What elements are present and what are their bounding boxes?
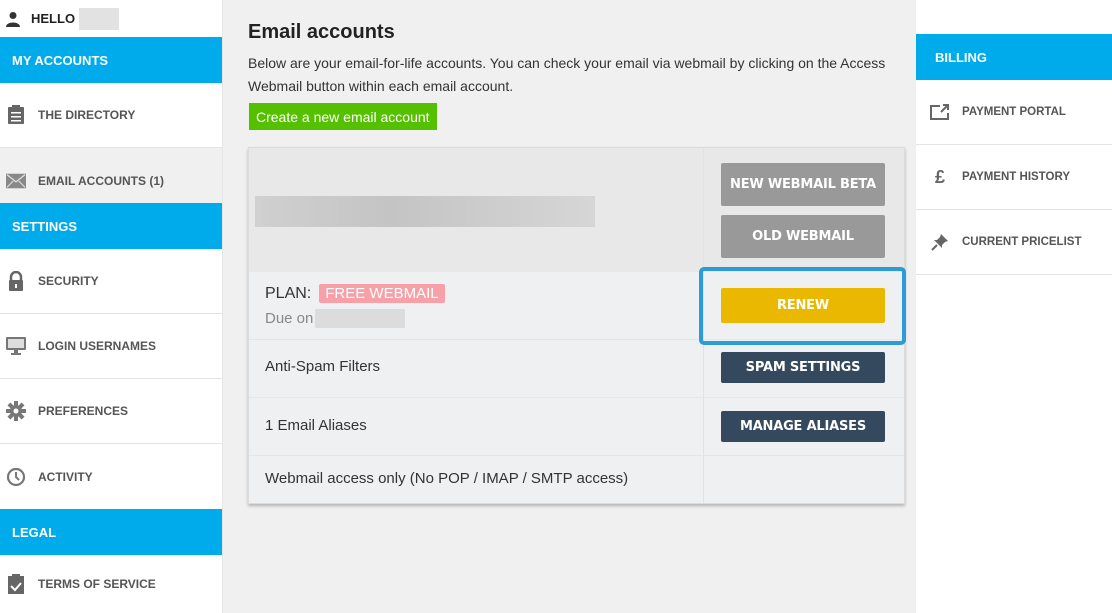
- sidebar-item-label: PREFERENCES: [38, 404, 129, 418]
- due-date: Due on: [265, 309, 406, 328]
- sidebar-item-activity[interactable]: ACTIVITY: [0, 444, 222, 509]
- page-description: Below are your email-for-life accounts. …: [248, 55, 886, 94]
- left-sidebar: HELLO MY ACCOUNTS THE DIRECTORY EMAIL AC…: [0, 0, 223, 613]
- main-content: Email accounts Below are your email-for-…: [224, 0, 915, 613]
- sidebar-item-terms-of-service[interactable]: TERMS OF SERVICE: [0, 555, 222, 613]
- sidebar-item-payment-history[interactable]: £ PAYMENT HISTORY: [916, 145, 1112, 210]
- lock-icon: [6, 271, 26, 291]
- sidebar-item-label: THE DIRECTORY: [38, 108, 136, 122]
- section-settings: SETTINGS: [0, 203, 222, 249]
- user-greeting: HELLO: [0, 0, 222, 37]
- email-account-card: NEW WEBMAIL BETA OLD WEBMAIL PLAN: FREE …: [248, 147, 905, 504]
- row-divider: [249, 455, 904, 456]
- plan-label: PLAN:: [265, 284, 312, 302]
- user-icon: [6, 11, 20, 27]
- anti-spam-label: Anti-Spam Filters: [265, 358, 381, 375]
- due-label: Due on: [265, 310, 314, 327]
- pound-icon: £: [934, 166, 945, 187]
- external-link-icon: [930, 102, 950, 122]
- gear-icon: [6, 401, 26, 421]
- right-sidebar: BILLING PAYMENT PORTAL £ PAYMENT HISTORY…: [916, 0, 1112, 613]
- clock-icon: [6, 467, 26, 487]
- old-webmail-button[interactable]: OLD WEBMAIL: [721, 215, 885, 258]
- sidebar-item-label: ACTIVITY: [38, 469, 93, 484]
- section-billing: BILLING: [916, 34, 1112, 80]
- create-email-account-button[interactable]: Create a new email account: [249, 103, 437, 130]
- monitor-icon: [6, 336, 26, 356]
- section-legal: LEGAL: [0, 509, 222, 555]
- email-address-redacted: [255, 196, 595, 227]
- sidebar-item-label: SECURITY: [38, 274, 99, 288]
- sidebar-item-login-usernames[interactable]: LOGIN USERNAMES: [0, 314, 222, 379]
- page-title: Email accounts: [248, 21, 395, 43]
- sidebar-item-email-accounts[interactable]: EMAIL ACCOUNTS (1): [0, 148, 222, 203]
- plan-row: PLAN: FREE WEBMAIL: [265, 284, 445, 303]
- access-note: Webmail access only (No POP / IMAP / SMT…: [265, 470, 629, 487]
- sidebar-item-directory[interactable]: THE DIRECTORY: [0, 83, 222, 148]
- new-webmail-beta-button[interactable]: NEW WEBMAIL BETA: [721, 163, 885, 206]
- sidebar-item-current-pricelist[interactable]: CURRENT PRICELIST: [916, 210, 1112, 275]
- sidebar-item-label: PAYMENT PORTAL: [962, 106, 1066, 118]
- sidebar-item-payment-portal[interactable]: PAYMENT PORTAL: [916, 80, 1112, 145]
- section-my-accounts: MY ACCOUNTS: [0, 37, 222, 83]
- clipboard-check-icon: [6, 574, 26, 594]
- sidebar-item-label: CURRENT PRICELIST: [962, 236, 1082, 248]
- aliases-label: 1 Email Aliases: [265, 417, 367, 434]
- row-divider: [249, 339, 904, 340]
- greeting-text: HELLO: [31, 11, 76, 26]
- sidebar-item-preferences[interactable]: PREFERENCES: [0, 379, 222, 444]
- sidebar-item-label: PAYMENT HISTORY: [962, 171, 1070, 183]
- due-date-redacted: [315, 309, 406, 328]
- renew-button[interactable]: RENEW: [721, 288, 885, 323]
- manage-aliases-button[interactable]: MANAGE ALIASES: [721, 411, 885, 442]
- sidebar-item-label: EMAIL ACCOUNTS (1): [38, 173, 164, 188]
- pin-icon: [930, 232, 950, 252]
- envelope-icon: [6, 171, 26, 191]
- row-divider: [249, 397, 904, 398]
- sidebar-item-label: TERMS OF SERVICE: [38, 577, 156, 591]
- clipboard-icon: [6, 105, 26, 125]
- username-redacted: [79, 7, 120, 30]
- plan-badge: FREE WEBMAIL: [319, 284, 445, 303]
- sidebar-item-security[interactable]: SECURITY: [0, 249, 222, 314]
- spam-settings-button[interactable]: SPAM SETTINGS: [721, 352, 885, 383]
- sidebar-item-label: LOGIN USERNAMES: [38, 339, 157, 353]
